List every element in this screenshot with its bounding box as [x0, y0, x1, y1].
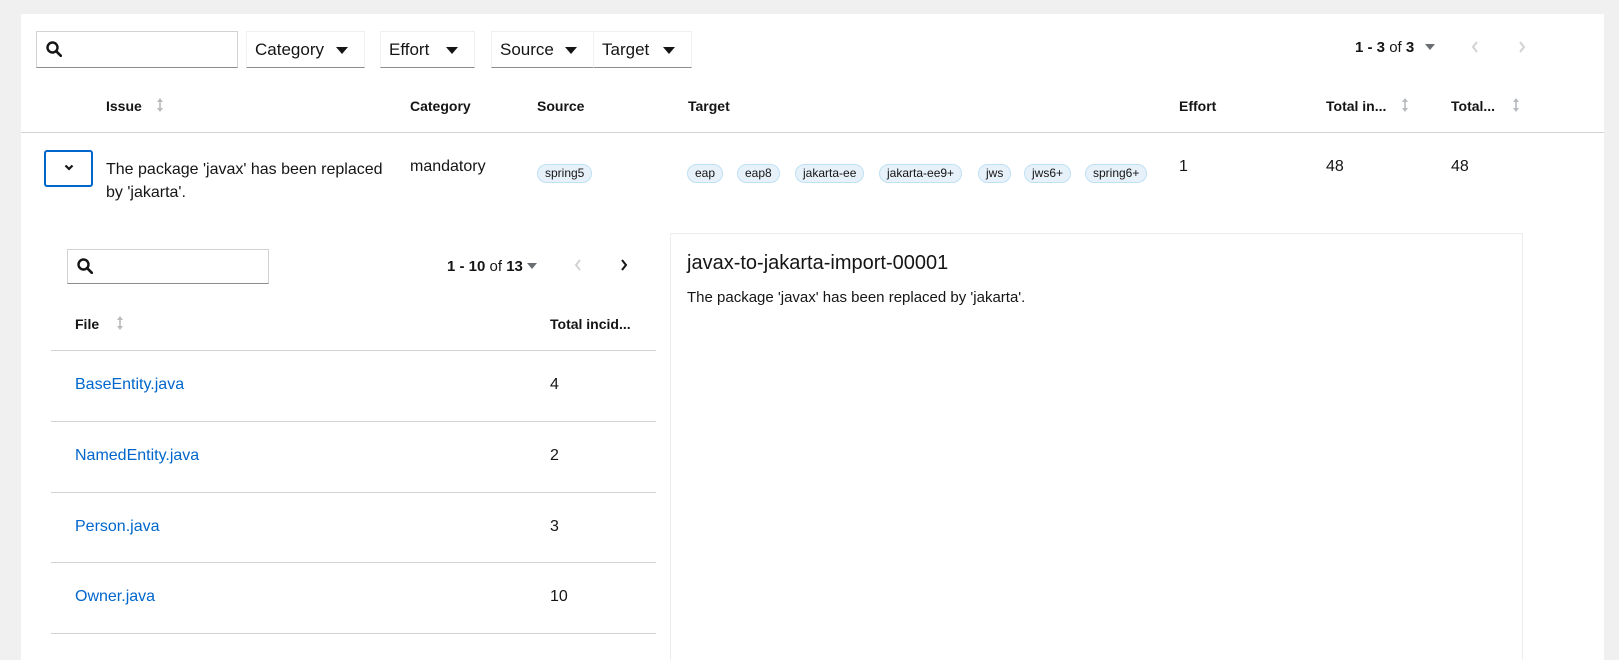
target-label: jws6+	[1024, 164, 1072, 183]
next-page-icon[interactable]	[1517, 40, 1527, 54]
target-label: jws	[978, 164, 1012, 183]
file-search-input[interactable]	[104, 254, 260, 281]
row-divider	[51, 421, 656, 422]
effort-filter-label: Effort	[389, 39, 430, 59]
chevron-down-icon	[64, 164, 74, 171]
caret-down-icon[interactable]	[1425, 44, 1435, 50]
issue-title-line2: by 'jakarta'.	[106, 184, 186, 201]
source-label: spring5	[537, 164, 593, 183]
column-header-target: Target	[688, 98, 730, 114]
pagination-total: 3	[1405, 39, 1415, 56]
target-label: jakarta-ee9+	[879, 164, 963, 183]
pagination-of: of	[1389, 39, 1402, 56]
caret-down-icon	[446, 47, 458, 54]
target-label: eap8	[737, 164, 780, 183]
caret-down-icon[interactable]	[527, 263, 537, 269]
column-header-issue[interactable]: Issue	[106, 98, 142, 114]
pagination-range: 1 - 3	[1355, 39, 1386, 56]
issue-search-box[interactable]	[36, 31, 238, 68]
issues-pagination-toggle[interactable]: 1 - 3 of 3	[1355, 39, 1414, 56]
pagination-range: 1 - 10	[447, 258, 486, 275]
column-header-total-files[interactable]: Total...	[1451, 98, 1495, 114]
issues-panel: Category Effort Source Target 1 - 3 of 3…	[21, 14, 1604, 660]
issue-category: mandatory	[410, 158, 486, 175]
file-link[interactable]: NamedEntity.java	[75, 447, 199, 465]
pagination-total: 13	[506, 258, 523, 275]
rule-id-title: javax-to-jakarta-import-00001	[687, 252, 949, 274]
expand-row-button[interactable]	[44, 150, 93, 187]
next-page-icon[interactable]	[619, 258, 629, 272]
search-icon	[46, 41, 62, 57]
files-header-divider	[51, 350, 656, 351]
file-incidents: 3	[550, 518, 559, 535]
rule-message: The package 'javax' has been replaced by…	[687, 289, 1026, 306]
pagination-of: of	[489, 258, 503, 275]
header-divider	[21, 132, 1604, 133]
issue-effort: 1	[1179, 158, 1188, 175]
issue-total-files: 48	[1451, 158, 1469, 175]
category-filter[interactable]: Category	[246, 31, 365, 68]
sort-icon[interactable]	[156, 98, 164, 112]
previous-page-icon[interactable]	[573, 258, 583, 272]
source-filter[interactable]: Source	[491, 31, 594, 68]
column-header-total-incidents[interactable]: Total in...	[1326, 98, 1386, 114]
effort-filter[interactable]: Effort	[380, 31, 475, 68]
category-filter-label: Category	[255, 39, 324, 59]
target-filter[interactable]: Target	[593, 31, 692, 68]
sort-icon[interactable]	[116, 316, 124, 330]
row-divider	[51, 492, 656, 493]
target-label: jakarta-ee	[795, 164, 865, 183]
file-link[interactable]: Owner.java	[75, 588, 155, 606]
file-incidents: 4	[550, 376, 559, 393]
row-divider	[51, 562, 656, 563]
column-header-source: Source	[537, 98, 585, 114]
issue-total-incidents: 48	[1326, 158, 1344, 175]
previous-page-icon[interactable]	[1470, 40, 1480, 54]
caret-down-icon	[565, 47, 577, 54]
sort-icon[interactable]	[1512, 98, 1520, 112]
issue-title: The package 'javax' has been replaced by…	[106, 158, 383, 204]
column-header-file-incidents: Total incid...	[550, 316, 631, 332]
file-incidents: 10	[550, 588, 568, 605]
source-filter-label: Source	[500, 39, 554, 59]
issue-search-input[interactable]	[73, 36, 229, 63]
issue-title-line1: The package 'javax' has been replaced	[106, 161, 383, 178]
issue-detail-card: javax-to-jakarta-import-00001 The packag…	[670, 233, 1523, 660]
caret-down-icon	[663, 47, 675, 54]
target-label: eap	[687, 164, 724, 183]
column-header-category: Category	[410, 98, 471, 114]
files-pagination-toggle[interactable]: 1 - 10 of 13	[447, 258, 523, 275]
caret-down-icon	[336, 47, 348, 54]
target-filter-label: Target	[602, 39, 650, 59]
file-incidents: 2	[550, 447, 559, 464]
file-search-box[interactable]	[67, 249, 269, 284]
column-header-effort: Effort	[1179, 98, 1217, 114]
column-header-file[interactable]: File	[75, 316, 99, 332]
sort-icon[interactable]	[1401, 98, 1409, 112]
row-divider	[51, 633, 656, 634]
target-label: spring6+	[1085, 164, 1148, 183]
file-link[interactable]: Person.java	[75, 518, 160, 536]
search-icon	[77, 258, 93, 274]
file-link[interactable]: BaseEntity.java	[75, 376, 184, 394]
